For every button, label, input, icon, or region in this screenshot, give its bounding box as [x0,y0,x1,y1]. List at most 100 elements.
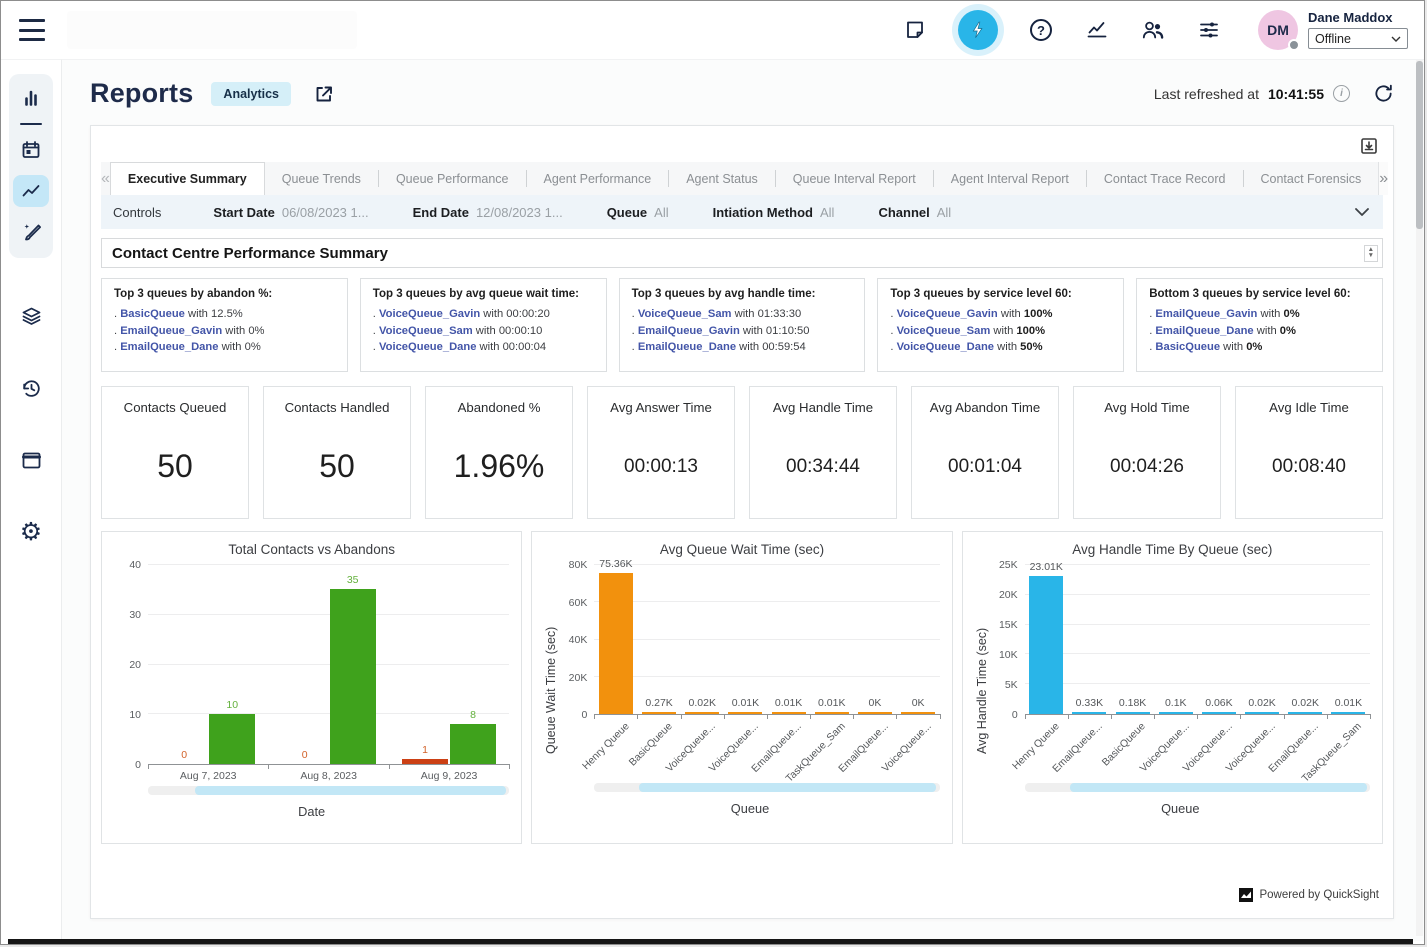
insight-value: 0% [1280,325,1296,337]
bar-group: 0.01K [724,565,767,714]
controls-expand-icon[interactable] [1355,208,1369,217]
chart-scrollbar-thumb[interactable] [195,786,506,795]
avatar[interactable]: DM [1258,10,1298,50]
analytics-chart-icon[interactable] [1084,17,1110,43]
filter-end-date[interactable]: End Date12/08/2023 1... [413,205,563,220]
bar: 0.02K [1245,712,1279,714]
queue-link[interactable]: VoiceQueue_Sam [897,325,991,337]
insight-value: 01:33:30 [758,308,802,320]
insight-item: . BasicQueue with 0% [1149,339,1370,356]
sliders-icon[interactable] [1196,17,1222,43]
sidebar-item-scheduled-reports[interactable] [13,134,49,166]
filter-queue[interactable]: QueueAll [607,205,669,220]
note-icon[interactable] [902,17,928,43]
queue-link[interactable]: EmailQueue_Gavin [1155,308,1257,320]
tab-agent-performance[interactable]: Agent Performance [527,162,669,195]
filter-intiation-method[interactable]: Intiation MethodAll [713,205,835,220]
bar-group: 75.36K [594,565,637,714]
queue-link[interactable]: VoiceQueue_Gavin [897,308,998,320]
tabs-scroll-right[interactable]: » [1378,162,1388,195]
queue-link[interactable]: EmailQueue_Dane [1155,325,1253,337]
chart-scrollbar-thumb[interactable] [1070,783,1367,792]
insight-item: . VoiceQueue_Dane with 50% [890,339,1111,356]
sidebar-item-customize[interactable] [13,216,49,248]
tab-queue-interval-report[interactable]: Queue Interval Report [776,162,933,195]
filter-channel[interactable]: Channel All [878,205,951,220]
refresh-button[interactable] [1373,83,1394,104]
sidebar-item-metrics[interactable] [13,82,49,114]
page-scrollbar[interactable] [1416,60,1423,936]
bar-value-label: 0K [869,697,882,709]
tab-executive-summary[interactable]: Executive Summary [110,162,265,195]
queue-link[interactable]: EmailQueue_Dane [120,341,218,353]
bar-group: 0K [853,565,896,714]
kpi-card-avg-idle-time: Avg Idle Time00:08:40 [1235,386,1383,519]
x-axis-title: Queue [991,801,1370,816]
chart-scrollbar[interactable] [594,783,939,792]
people-icon[interactable] [1140,17,1166,43]
window-icon [20,449,43,472]
chart-title: Avg Queue Wait Time (sec) [544,542,939,557]
y-tick-label: 10 [129,709,141,721]
queue-link[interactable]: BasicQueue [1155,341,1220,353]
kpi-value: 1.96% [454,448,545,485]
queue-link[interactable]: VoiceQueue_Dane [897,341,994,353]
page-scrollbar-thumb[interactable] [1416,61,1423,229]
tab-contact-forensics[interactable]: Contact Forensics [1244,162,1379,195]
tab-agent-interval-report[interactable]: Agent Interval Report [934,162,1086,195]
queue-link[interactable]: VoiceQueue_Sam [379,325,473,337]
info-icon[interactable]: i [1333,85,1350,102]
kpi-label: Abandoned % [458,400,541,415]
help-icon[interactable]: ? [1028,17,1054,43]
download-icon[interactable] [1359,136,1379,156]
insight-item: . EmailQueue_Gavin with 0% [114,323,335,340]
insight-item: . VoiceQueue_Gavin with 00:00:20 [373,306,594,323]
insight-value: 00:59:54 [762,341,806,353]
queue-link[interactable]: BasicQueue [120,308,185,320]
filter-label: Start Date [213,205,274,220]
last-refreshed-time: 10:41:55 [1268,86,1324,102]
y-tick-label: 80K [569,559,588,571]
queue-link[interactable]: VoiceQueue_Dane [379,341,476,353]
filter-start-date[interactable]: Start Date06/08/2023 1... [213,205,368,220]
insight-value: 12.5% [211,308,243,320]
chart-scrollbar-thumb[interactable] [639,783,936,792]
tab-queue-trends[interactable]: Queue Trends [265,162,378,195]
tabs-scroll-left[interactable]: « [101,162,110,195]
bar: 35 [330,589,376,764]
sidebar-item-layers[interactable] [13,300,49,332]
bar: 0.18K [1116,712,1150,714]
page-header: Reports Analytics Last refreshed at 10:4… [90,78,1394,109]
filter-value: All [937,205,951,220]
y-axis-ticks: 020K40K60K80K [560,565,594,715]
scroll-spinner[interactable]: ▲▼ [1364,245,1378,262]
bolt-button[interactable] [958,10,998,50]
menu-icon[interactable] [19,19,45,41]
tab-agent-status[interactable]: Agent Status [669,162,775,195]
queue-link[interactable]: EmailQueue_Gavin [638,325,740,337]
kpi-card-avg-handle-time: Avg Handle Time00:34:44 [749,386,897,519]
status-select[interactable]: Offline [1308,28,1408,49]
queue-link[interactable]: VoiceQueue_Gavin [379,308,480,320]
sidebar-item-settings[interactable]: ⚙ [13,516,49,548]
sidebar-item-history[interactable] [13,372,49,404]
sidebar-item-windows[interactable] [13,444,49,476]
open-external-icon[interactable] [313,83,335,105]
tab-queue-performance[interactable]: Queue Performance [379,162,526,195]
queue-link[interactable]: EmailQueue_Dane [638,341,736,353]
chart-scrollbar[interactable] [148,786,509,795]
x-axis-title: Queue [560,801,939,816]
queue-link[interactable]: EmailQueue_Gavin [120,325,222,337]
filter-label: Channel [878,205,929,220]
kpi-value: 00:08:40 [1272,456,1346,478]
sidebar-item-reports[interactable] [13,175,49,207]
queue-link[interactable]: VoiceQueue_Sam [638,308,732,320]
refresh-area: Last refreshed at 10:41:55 i [1154,83,1394,104]
kpi-card-contacts-queued: Contacts Queued50 [101,386,249,519]
tab-contact-trace-record[interactable]: Contact Trace Record [1087,162,1243,195]
chart-scrollbar[interactable] [1025,783,1370,792]
bar-value-label: 0.33K [1076,697,1103,709]
y-tick-label: 30 [129,609,141,621]
kpi-card-contacts-handled: Contacts Handled50 [263,386,411,519]
status-dot-icon [1288,39,1300,51]
